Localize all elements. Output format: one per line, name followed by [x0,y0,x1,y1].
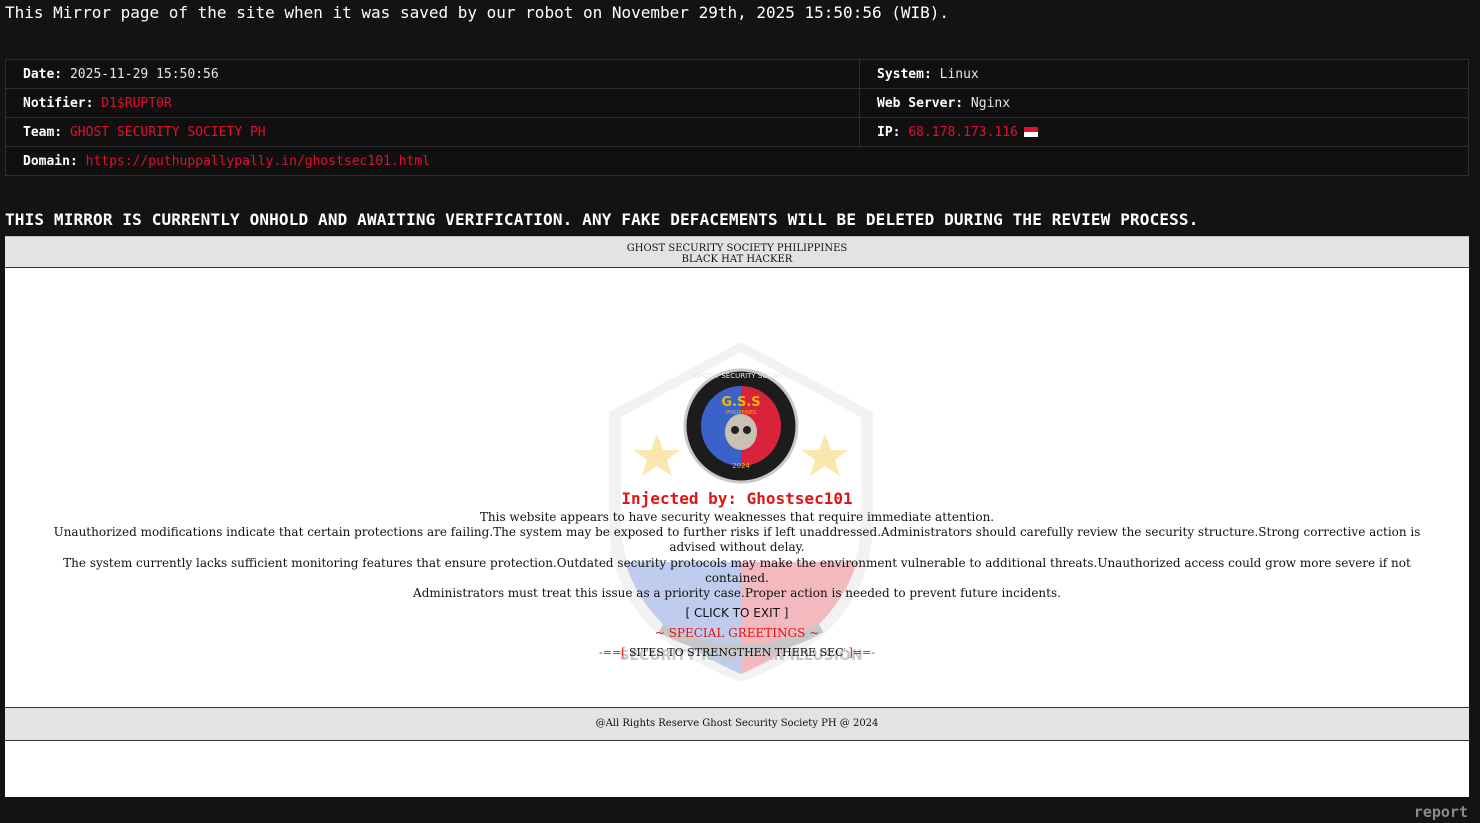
mirror-header-bar: GHOST SECURITY SOCIETY PHILIPPINES BLACK… [5,236,1469,268]
info-row: Date: 2025-11-29 15:50:56 System: Linux [5,59,1469,89]
marquee-text: SITES TO STRENGTHEN THERE SECURITY [629,646,845,659]
date-value: 2025-11-29 15:50:56 [69,66,219,82]
webserver-cell: Web Server: Nginx [859,88,1469,118]
crest-logo-ring-text: GHOST SECURITY SOCIETY [694,372,788,380]
indonesia-flag-icon [1023,126,1038,137]
mirror-frame[interactable]: GHOST SECURITY SOCIETY PHILIPPINES BLACK… [5,236,1469,797]
date-cell: Date: 2025-11-29 15:50:56 [5,59,860,89]
crest-logo-country: PHILIPPINES [726,410,756,416]
marquee-left-bracket: -==[ [599,646,626,659]
greetings-marquee: -==[ SITES TO STRENGTHEN THERE SECURITY … [5,646,1469,659]
mirror-footer-bar: @All Rights Reserve Ghost Security Socie… [5,707,1469,741]
defacement-message: This website appears to have security we… [5,510,1469,601]
notifier-label: Notifier: [23,95,94,111]
mirror-header-subtitle: BLACK HAT HACKER [681,254,793,265]
domain-link[interactable]: https://puthuppallypally.in/ghostsec101.… [86,154,430,169]
team-cell: Team: GHOST SECURITY SOCIETY PH [5,117,860,147]
system-label: System: [877,66,932,82]
notifier-cell: Notifier: D1$RUPT0R [5,88,860,118]
message-line: This website appears to have security we… [479,510,995,524]
message-line: Administrators must treat this issue as … [413,586,1061,601]
message-line: The system currently lacks sufficient mo… [63,555,1411,585]
domain-cell: Domain: https://puthuppallypally.in/ghos… [5,146,1469,176]
onhold-notice: THIS MIRROR IS CURRENTLY ONHOLD AND AWAI… [5,210,1199,229]
info-row: Notifier: D1$RUPT0R Web Server: Nginx [5,88,1469,118]
team-label: Team: [23,124,63,140]
info-row: Domain: https://puthuppallypally.in/ghos… [5,146,1469,176]
team-link[interactable]: GHOST SECURITY SOCIETY PH [70,125,266,140]
webserver-label: Web Server: [877,95,964,111]
system-value: Linux [939,66,979,82]
marquee-right-bracket: ]==- [848,646,875,659]
domain-label: Domain: [23,153,78,169]
info-row: Team: GHOST SECURITY SOCIETY PH IP: 68.1… [5,117,1469,147]
mirror-saved-note: This Mirror page of the site when it was… [5,3,950,22]
report-link[interactable]: report [1414,803,1468,821]
mirror-info-table: Date: 2025-11-29 15:50:56 System: Linux … [5,59,1469,176]
injected-by-heading: Injected by: Ghostsec101 [621,489,853,508]
date-label: Date: [23,66,63,82]
ip-cell: IP: 68.178.173.116 [859,117,1469,147]
crest-logo-initials: G.S.S [721,395,760,410]
special-greetings-text: ~ SPECIAL GREETINGS ~ [654,626,820,640]
ip-link[interactable]: 68.178.173.116 [908,125,1018,140]
ip-label: IP: [877,124,901,140]
system-cell: System: Linux [859,59,1469,89]
click-to-exit-button[interactable]: [ CLICK TO EXIT ] [5,606,1469,620]
mirror-header-title: GHOST SECURITY SOCIETY PHILIPPINES [626,243,848,254]
message-line: Unauthorized modifications indicate that… [53,525,1421,555]
crest-logo-year: 2024 [732,462,750,470]
webserver-value: Nginx [970,95,1011,111]
notifier-link[interactable]: D1$RUPT0R [101,96,171,111]
